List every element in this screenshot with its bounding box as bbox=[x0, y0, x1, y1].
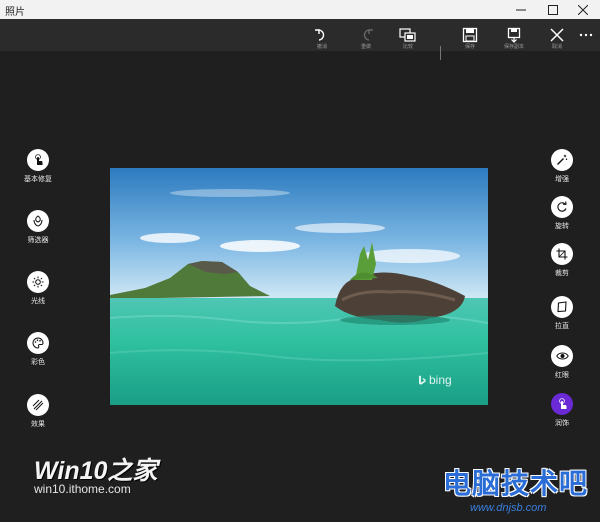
watermark-dnjsb-title: 电脑技术吧 bbox=[443, 467, 589, 500]
tool-crop-label: 裁剪 bbox=[555, 269, 569, 277]
bing-watermark: bing bbox=[418, 373, 452, 387]
redo-caption: 重做 bbox=[360, 44, 371, 50]
tool-rotate-label: 旋转 bbox=[555, 222, 569, 230]
tool-light-label: 光线 bbox=[31, 297, 45, 305]
tool-crop[interactable]: 裁剪 bbox=[534, 243, 590, 278]
tool-effects-label: 效果 bbox=[31, 420, 45, 428]
compare-icon bbox=[399, 28, 416, 42]
tool-enhance[interactable]: 增强 bbox=[534, 149, 590, 184]
landscape-photo bbox=[110, 168, 488, 405]
photo-canvas[interactable] bbox=[110, 168, 488, 405]
toolbar-divider bbox=[440, 46, 441, 60]
more-icon bbox=[579, 33, 593, 37]
watermark-dnjsb-url: www.dnjsb.com bbox=[470, 502, 547, 514]
redo-icon bbox=[363, 29, 373, 41]
minimize-button[interactable] bbox=[504, 0, 538, 19]
close-window-button[interactable] bbox=[566, 0, 600, 19]
save-copy-button[interactable]: 保存副本 bbox=[499, 19, 529, 51]
compare-caption: 比较 bbox=[402, 44, 413, 50]
tool-retouch[interactable]: 润饰 bbox=[534, 393, 590, 428]
watermark-win10-url: win10.ithome.com bbox=[34, 482, 131, 496]
tool-filters[interactable]: 筛选器 bbox=[10, 210, 66, 245]
tool-retouch-label: 润饰 bbox=[555, 419, 569, 427]
crop-icon bbox=[551, 243, 573, 265]
tool-straighten-label: 拉直 bbox=[555, 322, 569, 330]
undo-caption: 撤消 bbox=[316, 44, 327, 50]
magic-wand-icon bbox=[551, 149, 573, 171]
cancel-icon bbox=[550, 28, 564, 42]
rotate-icon bbox=[551, 196, 573, 218]
minimize-icon bbox=[516, 9, 526, 10]
tool-color[interactable]: 彩色 bbox=[10, 332, 66, 367]
bing-text: bing bbox=[429, 373, 452, 387]
close-icon bbox=[578, 4, 588, 15]
redo-button[interactable]: 重做 bbox=[351, 19, 381, 51]
sun-icon bbox=[27, 271, 49, 293]
more-button[interactable] bbox=[574, 19, 598, 51]
app-title: 照片 bbox=[5, 7, 25, 18]
maximize-icon bbox=[548, 4, 558, 15]
compare-button[interactable]: 比较 bbox=[393, 19, 423, 51]
cancel-button[interactable]: 取消 bbox=[542, 19, 572, 51]
bing-logo-icon bbox=[419, 375, 426, 385]
tool-color-label: 彩色 bbox=[31, 358, 45, 366]
undo-icon bbox=[315, 29, 325, 41]
tool-basic-fix[interactable]: 基本修复 bbox=[10, 149, 66, 184]
palette-icon bbox=[27, 332, 49, 354]
cancel-caption: 取消 bbox=[551, 44, 562, 50]
tool-straighten[interactable]: 拉直 bbox=[534, 296, 590, 331]
straighten-icon bbox=[551, 296, 573, 318]
tool-light[interactable]: 光线 bbox=[10, 271, 66, 306]
save-icon bbox=[462, 27, 478, 43]
retouch-icon bbox=[551, 393, 573, 415]
filter-icon bbox=[27, 210, 49, 232]
tool-filters-label: 筛选器 bbox=[27, 236, 49, 244]
effects-icon bbox=[27, 394, 49, 416]
tool-enhance-label: 增强 bbox=[555, 175, 569, 183]
tool-effects[interactable]: 效果 bbox=[10, 394, 66, 429]
tool-red-eye-label: 红眼 bbox=[555, 371, 569, 379]
save-caption: 保存 bbox=[464, 44, 475, 50]
tool-rotate[interactable]: 旋转 bbox=[534, 196, 590, 231]
tool-red-eye[interactable]: 红眼 bbox=[534, 345, 590, 380]
eye-icon bbox=[551, 345, 573, 367]
maximize-button[interactable] bbox=[536, 0, 570, 19]
save-copy-caption: 保存副本 bbox=[503, 44, 524, 50]
edit-toolbar: 撤消 重做 比较 保存 保存副本 取消 bbox=[0, 19, 600, 60]
undo-button[interactable]: 撤消 bbox=[307, 19, 337, 51]
title-bar: 照片 bbox=[0, 0, 600, 19]
tool-basic-fix-label: 基本修复 bbox=[24, 175, 52, 183]
save-button[interactable]: 保存 bbox=[455, 19, 485, 51]
hand-touch-icon bbox=[27, 149, 49, 171]
save-copy-icon bbox=[507, 27, 521, 43]
